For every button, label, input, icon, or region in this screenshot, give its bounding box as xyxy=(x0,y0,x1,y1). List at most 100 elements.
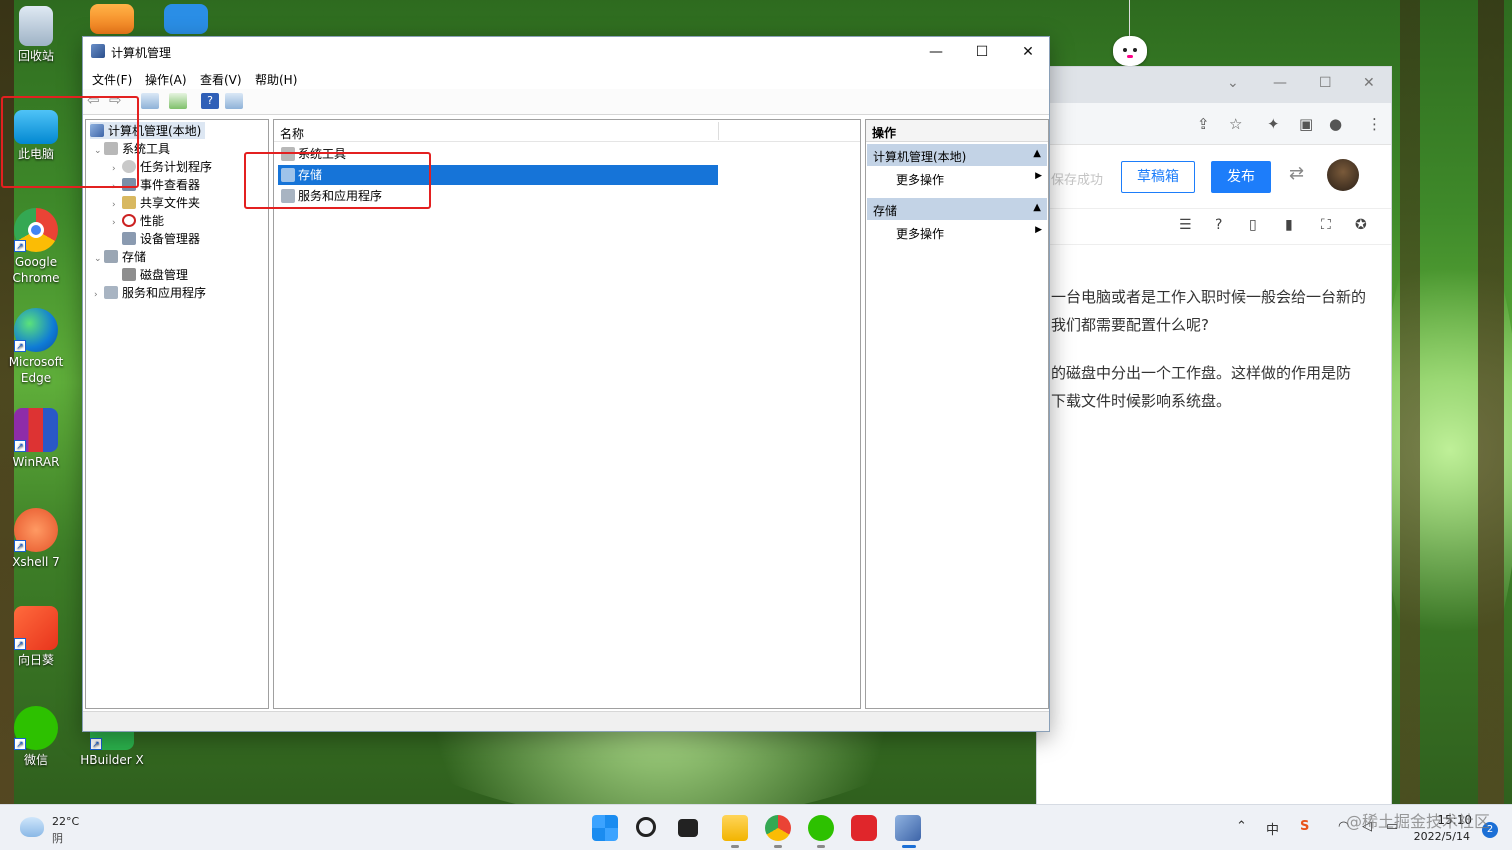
chrome-icon[interactable] xyxy=(765,815,791,841)
desktop-icon-recycle-bin[interactable]: 回收站 xyxy=(0,6,72,64)
publish-button[interactable]: 发布 xyxy=(1211,161,1271,193)
maximize-button[interactable]: ☐ xyxy=(959,37,1005,67)
action-group-storage[interactable]: 存储 ▲ xyxy=(867,198,1047,220)
weather-condition: 阴 xyxy=(52,832,63,845)
chevron-right-icon[interactable]: › xyxy=(112,218,122,228)
desktop-icon-wechat[interactable]: ↗ 微信 xyxy=(0,706,72,768)
submenu-arrow-icon: ▶ xyxy=(1035,225,1042,235)
share-icon[interactable]: ⇪ xyxy=(1197,115,1210,133)
desktop-icon-chrome[interactable]: ↗ Google Chrome xyxy=(0,208,72,286)
window-titlebar[interactable]: 计算机管理 — ☐ ✕ xyxy=(83,37,1049,67)
menu-file[interactable]: 文件(F) xyxy=(92,71,132,88)
tree-node-disk-management[interactable]: 磁盘管理 xyxy=(122,266,188,283)
actions-header: 操作 xyxy=(866,120,1048,142)
chevron-right-icon[interactable]: › xyxy=(112,200,122,210)
chevron-up-icon[interactable]: ⌃ xyxy=(1236,819,1247,834)
computer-management-window[interactable]: 计算机管理 — ☐ ✕ 文件(F) 操作(A) 查看(V) 帮助(H) ⇦ ⇨ … xyxy=(82,36,1050,732)
shortcut-arrow-icon: ↗ xyxy=(14,738,26,750)
chevron-down-icon[interactable]: ⌄ xyxy=(1227,75,1239,91)
file-explorer-icon[interactable] xyxy=(722,815,748,841)
help-icon[interactable]: ? xyxy=(201,93,219,109)
shortcut-arrow-icon: ↗ xyxy=(90,738,102,750)
desktop-icon-app-top[interactable] xyxy=(76,4,148,36)
start-icon[interactable] xyxy=(592,815,618,841)
article-body[interactable]: 一台电脑或者是工作入职时候一般会给一台新的 我们都需要配置什么呢? 的磁盘中分出一… xyxy=(1037,245,1391,415)
ime-indicator[interactable]: 中 xyxy=(1266,819,1279,838)
chevron-right-icon[interactable]: › xyxy=(94,290,104,300)
computer-management-icon[interactable] xyxy=(895,815,921,841)
collapse-icon[interactable]: ▲ xyxy=(1033,202,1041,213)
app-icon xyxy=(90,4,134,34)
menu-action[interactable]: 操作(A) xyxy=(145,71,187,88)
annotation-box xyxy=(244,152,431,209)
save-status: 保存成功 xyxy=(1051,173,1104,188)
fullscreen-icon[interactable]: ⛶ xyxy=(1321,217,1331,233)
swap-icon[interactable]: ⇄ xyxy=(1289,163,1304,184)
active-indicator xyxy=(902,845,916,848)
editor-header: 保存成功 草稿箱 发布 ⇄ xyxy=(1037,145,1391,209)
column-divider[interactable] xyxy=(718,122,719,140)
sogou-icon[interactable]: S xyxy=(1300,819,1309,834)
background-tree xyxy=(1478,0,1504,804)
services-icon xyxy=(104,286,118,299)
tree-node-storage[interactable]: ⌄ 存储 xyxy=(94,248,146,265)
browser-toolbar: ⇪ ☆ ✦ ▣ ● ⋮ xyxy=(1037,103,1391,145)
profile-icon[interactable]: ● xyxy=(1329,115,1342,133)
desktop-icon-edge[interactable]: ↗ Microsoft Edge xyxy=(0,308,72,386)
wechat-icon[interactable] xyxy=(808,815,834,841)
shortcut-arrow-icon: ↗ xyxy=(14,540,26,552)
shared-folder-icon xyxy=(122,196,136,209)
disk-icon xyxy=(122,268,136,281)
tree-node-performance[interactable]: › 性能 xyxy=(112,212,164,229)
tree-node-services-apps[interactable]: › 服务和应用程序 xyxy=(94,284,206,301)
console-tree[interactable]: 计算机管理(本地) ⌄ 系统工具 › 任务计划程序 › 事件查看器 › 共享文件夹 › 性… xyxy=(85,119,269,709)
more-actions-item[interactable]: 更多操作 ▶ xyxy=(896,168,1042,188)
tree-node-device-manager[interactable]: 设备管理器 xyxy=(122,230,200,247)
show-action-pane-icon[interactable] xyxy=(225,93,243,109)
browser-window[interactable]: ⌄ — ☐ ✕ ⇪ ☆ ✦ ▣ ● ⋮ 保存成功 草稿箱 发布 ⇄ ☰ ? ▯ … xyxy=(1036,66,1392,806)
help-icon[interactable]: ? xyxy=(1215,217,1222,233)
github-icon[interactable]: ✪ xyxy=(1355,217,1367,233)
shortcut-arrow-icon: ↗ xyxy=(14,440,26,452)
contents-icon[interactable]: ☰ xyxy=(1179,217,1192,233)
close-icon[interactable]: ✕ xyxy=(1363,75,1375,91)
close-button[interactable]: ✕ xyxy=(1005,37,1051,67)
vscode-icon xyxy=(164,4,208,34)
avatar[interactable] xyxy=(1327,159,1359,191)
extensions-icon[interactable]: ✦ xyxy=(1267,115,1280,133)
collapse-icon[interactable]: ▲ xyxy=(1033,148,1041,159)
menu-icon[interactable]: ⋮ xyxy=(1367,115,1382,133)
menu-help[interactable]: 帮助(H) xyxy=(255,71,297,88)
sidebar-icon[interactable]: ▣ xyxy=(1299,115,1313,133)
drafts-button[interactable]: 草稿箱 xyxy=(1121,161,1195,193)
desktop-icon-xshell[interactable]: ↗ Xshell 7 xyxy=(0,508,72,570)
desktop-icon-sunflower[interactable]: ↗ 向日葵 xyxy=(0,606,72,668)
menu-view[interactable]: 查看(V) xyxy=(200,71,242,88)
desktop-icon-vscode[interactable] xyxy=(150,4,222,36)
search-icon[interactable] xyxy=(636,817,656,837)
actions-pane[interactable]: 操作 计算机管理(本地) ▲ 更多操作 ▶ 存储 ▲ 更多操作 ▶ xyxy=(865,119,1049,709)
export-list-icon[interactable] xyxy=(169,93,187,109)
more-actions-item[interactable]: 更多操作 ▶ xyxy=(896,222,1042,242)
task-view-icon[interactable] xyxy=(678,819,698,837)
netease-music-icon[interactable] xyxy=(851,815,877,841)
star-icon[interactable]: ☆ xyxy=(1229,115,1242,133)
window-title: 计算机管理 xyxy=(111,46,172,60)
chevron-down-icon[interactable]: ⌄ xyxy=(94,254,104,264)
desktop-icon-winrar[interactable]: ↗ WinRAR xyxy=(0,408,72,470)
browser-titlebar[interactable]: ⌄ — ☐ ✕ xyxy=(1037,67,1391,103)
tree-node-shared-folders[interactable]: › 共享文件夹 xyxy=(112,194,200,211)
weather-icon[interactable] xyxy=(20,817,44,837)
column-header-name[interactable]: 名称 xyxy=(274,120,860,142)
split-icon[interactable]: ▮ xyxy=(1285,217,1293,233)
action-group-computer-management[interactable]: 计算机管理(本地) ▲ xyxy=(867,144,1047,166)
performance-icon xyxy=(122,214,136,227)
maximize-icon[interactable]: ☐ xyxy=(1319,75,1332,91)
minimize-button[interactable]: — xyxy=(913,37,959,67)
menu-bar: 文件(F) 操作(A) 查看(V) 帮助(H) xyxy=(83,67,1049,89)
xshell-icon: ↗ xyxy=(14,508,58,552)
sunflower-icon: ↗ xyxy=(14,606,58,650)
minimize-icon[interactable]: — xyxy=(1273,75,1287,91)
show-hide-tree-icon[interactable] xyxy=(141,93,159,109)
preview-icon[interactable]: ▯ xyxy=(1249,217,1257,233)
